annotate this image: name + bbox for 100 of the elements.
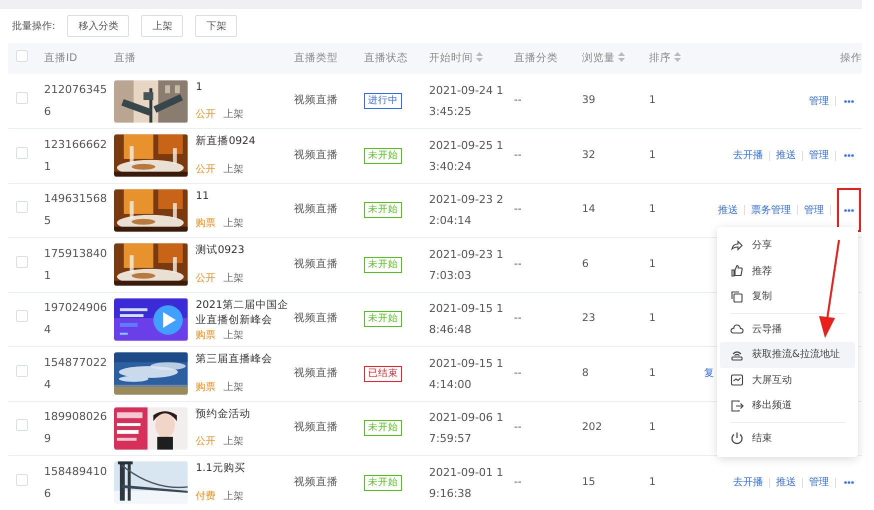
view-count: 8 <box>582 366 589 379</box>
start-time: 2021-09-15 14:14:00 <box>429 356 504 393</box>
action-link[interactable]: 管理 <box>809 475 829 490</box>
action-link[interactable]: 推送 <box>776 475 796 490</box>
live-title[interactable]: 11 <box>196 188 290 204</box>
menu-item[interactable]: 移出频道 <box>720 393 855 418</box>
menu-item[interactable]: 大屏互动 <box>720 368 855 393</box>
status-tag: 未开始 <box>364 256 402 273</box>
access-tag: 公开 <box>196 108 216 120</box>
select-all-checkbox[interactable] <box>16 50 28 62</box>
menu-item[interactable]: 分享 <box>720 233 855 258</box>
column-header: 直播ID <box>44 52 78 64</box>
action-link[interactable]: 推送 <box>776 148 796 164</box>
category-value: -- <box>514 366 522 379</box>
column-header: 直播 <box>114 52 136 64</box>
category-value: -- <box>514 203 522 216</box>
category-value: -- <box>514 258 522 270</box>
live-type: 视频直播 <box>294 94 338 106</box>
access-tag: 公开 <box>196 164 216 174</box>
live-id: 1548770224 <box>44 354 108 393</box>
power-icon <box>730 431 744 446</box>
live-title[interactable]: 预约金活动 <box>196 406 290 422</box>
live-id: 1899080269 <box>44 409 108 448</box>
sort-order: 1 <box>649 94 656 106</box>
thumbs-up-icon <box>730 264 744 278</box>
start-time: 2021-09-01 19:16:38 <box>429 464 504 502</box>
sort-order: 1 <box>649 476 656 488</box>
status-tag: 未开始 <box>364 202 402 218</box>
batch-button[interactable]: 下架 <box>195 15 238 37</box>
row-checkbox[interactable] <box>16 256 28 268</box>
sort-order: 1 <box>649 258 656 270</box>
view-count: 32 <box>582 148 596 161</box>
row-checkbox[interactable] <box>16 92 28 104</box>
view-count: 14 <box>582 203 596 216</box>
batch-button[interactable]: 移入分类 <box>67 15 130 37</box>
live-title[interactable]: 1 <box>196 80 290 94</box>
status-tag: 进行中 <box>364 93 402 109</box>
live-title[interactable]: 1.1元购买 <box>196 461 290 476</box>
view-count: 39 <box>582 94 596 106</box>
menu-item[interactable]: 云导播 <box>720 316 855 342</box>
row-checkbox[interactable] <box>16 364 28 377</box>
live-id: 1759138401 <box>44 246 108 284</box>
sort-icon[interactable] <box>674 52 681 62</box>
access-tag: 购票 <box>196 218 216 229</box>
menu-item[interactable]: 推荐 <box>720 258 855 284</box>
access-tag: 公开 <box>196 436 216 447</box>
menu-item[interactable]: 复制 <box>720 284 855 310</box>
category-value: -- <box>514 94 522 106</box>
live-id: 2120763456 <box>44 82 108 120</box>
action-link[interactable]: 管理 <box>804 202 824 218</box>
start-time: 2021-09-15 18:46:48 <box>429 301 504 338</box>
shelf-tag: 上架 <box>224 108 244 120</box>
live-title[interactable]: 2021第二届中国企业直播创新峰会 <box>196 298 290 328</box>
menu-item[interactable]: 获取推流&拉流地址 <box>720 342 855 368</box>
sort-order: 1 <box>649 312 656 324</box>
view-count: 23 <box>582 312 596 324</box>
action-link[interactable]: 管理 <box>809 148 829 164</box>
live-id: 1231666621 <box>44 136 108 175</box>
row-checkbox[interactable] <box>16 419 28 432</box>
live-id: 1496315685 <box>44 191 108 230</box>
live-title[interactable]: 第三届直播峰会 <box>196 352 290 368</box>
start-time: 2021-09-06 17:59:57 <box>429 410 504 448</box>
action-link[interactable]: 去开播 <box>733 475 763 490</box>
cloud-icon <box>730 322 744 336</box>
menu-item[interactable]: 结束 <box>720 426 855 451</box>
category-value: -- <box>514 148 522 161</box>
live-id: 1970249064 <box>44 300 108 338</box>
live-type: 视频直播 <box>294 421 338 434</box>
sort-order: 1 <box>649 421 656 434</box>
column-header: 直播分类 <box>514 52 558 64</box>
live-id: 1584894106 <box>44 464 108 502</box>
row-checkbox[interactable] <box>16 474 28 486</box>
start-time: 2021-09-25 13:40:24 <box>429 138 504 175</box>
row-checkbox[interactable] <box>16 310 28 322</box>
status-tag: 未开始 <box>364 474 402 491</box>
live-title[interactable]: 测试0923 <box>196 243 290 258</box>
row-checkbox[interactable] <box>16 201 28 214</box>
sort-icon[interactable] <box>618 52 625 62</box>
batch-label: 批量操作: <box>12 20 56 34</box>
live-title[interactable]: 新直播0924 <box>196 134 290 150</box>
batch-button[interactable]: 上架 <box>141 15 184 37</box>
access-tag: 购票 <box>196 382 216 392</box>
sort-order: 1 <box>649 366 656 379</box>
column-header: 直播状态 <box>364 52 408 64</box>
shelf-tag: 上架 <box>224 436 244 447</box>
status-tag: 未开始 <box>364 148 402 164</box>
action-link[interactable]: 管理 <box>809 94 829 108</box>
action-link[interactable]: 去开播 <box>733 148 763 164</box>
row-checkbox[interactable] <box>16 146 28 159</box>
shelf-tag: 上架 <box>224 218 244 229</box>
start-time: 2021-09-23 17:03:03 <box>429 246 504 284</box>
action-link[interactable]: 推送 <box>718 202 738 218</box>
shelf-tag: 上架 <box>224 164 244 174</box>
column-header: 直播类型 <box>294 52 338 64</box>
sort-icon[interactable] <box>476 52 483 62</box>
exit-icon <box>730 398 744 413</box>
action-link[interactable]: 票务管理 <box>751 202 791 218</box>
live-type: 视频直播 <box>294 148 338 161</box>
action-link[interactable]: 复 <box>704 366 714 382</box>
chart-icon <box>730 373 744 388</box>
